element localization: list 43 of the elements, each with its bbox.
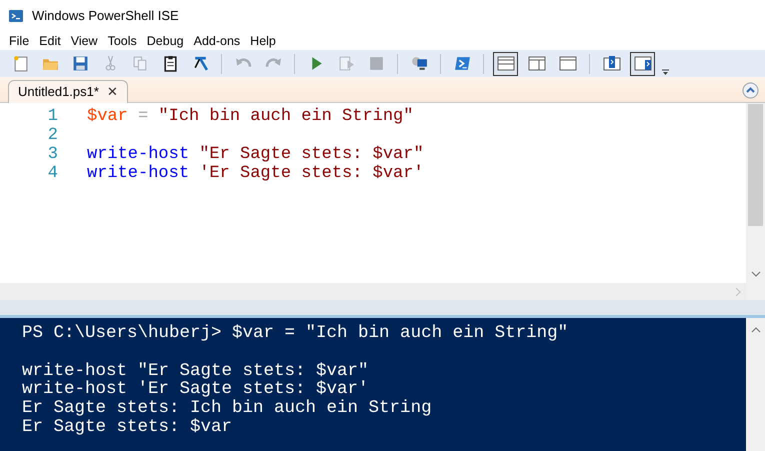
view-button[interactable] bbox=[493, 52, 518, 76]
computer-icon[interactable] bbox=[410, 55, 428, 72]
app-icon bbox=[8, 8, 24, 24]
line-number: 3 bbox=[46, 145, 58, 164]
code-line: write-host "Er Sagte stets: $var" bbox=[87, 145, 424, 164]
tab-label: Untitled1.ps1* bbox=[18, 83, 99, 102]
menu-item[interactable]: Add-ons bbox=[188, 32, 246, 50]
new-file-icon[interactable] bbox=[12, 55, 28, 72]
console-line: Er Sagte stets: Ich bin auch ein String bbox=[22, 399, 433, 418]
tab[interactable]: Untitled1.ps1* ✕ bbox=[8, 80, 128, 103]
menu-item[interactable]: Help bbox=[245, 32, 281, 50]
window-title: Windows PowerShell ISE bbox=[32, 7, 179, 26]
console-line: write-host "Er Sagte stets: $var" bbox=[22, 362, 370, 380]
save-icon[interactable] bbox=[72, 55, 88, 72]
collapse-icon[interactable] bbox=[742, 82, 759, 99]
view-button[interactable] bbox=[630, 52, 655, 76]
code-line: $var = "Ich bin auch ein String" bbox=[87, 107, 414, 126]
line-number: 2 bbox=[46, 126, 58, 145]
vertical-scrollbar[interactable] bbox=[746, 103, 765, 300]
code-line: write-host 'Er Sagte stets: $var' bbox=[87, 164, 424, 183]
clipboard-icon[interactable] bbox=[162, 55, 178, 72]
layout-icon bbox=[496, 55, 514, 72]
menu-item[interactable]: View bbox=[66, 32, 103, 50]
menu-item[interactable]: Debug bbox=[142, 32, 189, 50]
console-line: write-host 'Er Sagte stets: $var' bbox=[22, 380, 369, 400]
script-pane-icon bbox=[602, 55, 620, 72]
layout-icon bbox=[528, 55, 546, 72]
line-number: 1 bbox=[46, 107, 58, 126]
close-button[interactable]: ✕ bbox=[106, 82, 118, 102]
horizontal-scrollbar[interactable] bbox=[0, 283, 746, 300]
terminal-icon[interactable] bbox=[454, 55, 470, 72]
vertical-scrollbar[interactable] bbox=[746, 318, 765, 451]
window-icon bbox=[558, 55, 576, 72]
broom-icon[interactable] bbox=[192, 55, 208, 72]
command-pane-icon bbox=[634, 55, 652, 72]
console-line: Er Sagte stets: $var bbox=[22, 418, 234, 437]
menu-item[interactable]: Tools bbox=[102, 32, 142, 50]
console-line: PS C:\Users\huberj> $var = "Ich bin auch ein String" bbox=[22, 324, 570, 343]
menu-item[interactable]: File bbox=[4, 32, 34, 50]
overflow-icon[interactable] bbox=[661, 68, 670, 76]
menu-item[interactable]: Edit bbox=[34, 32, 66, 50]
line-number: 4 bbox=[46, 164, 58, 183]
scrollbar-thumb[interactable] bbox=[748, 104, 763, 226]
